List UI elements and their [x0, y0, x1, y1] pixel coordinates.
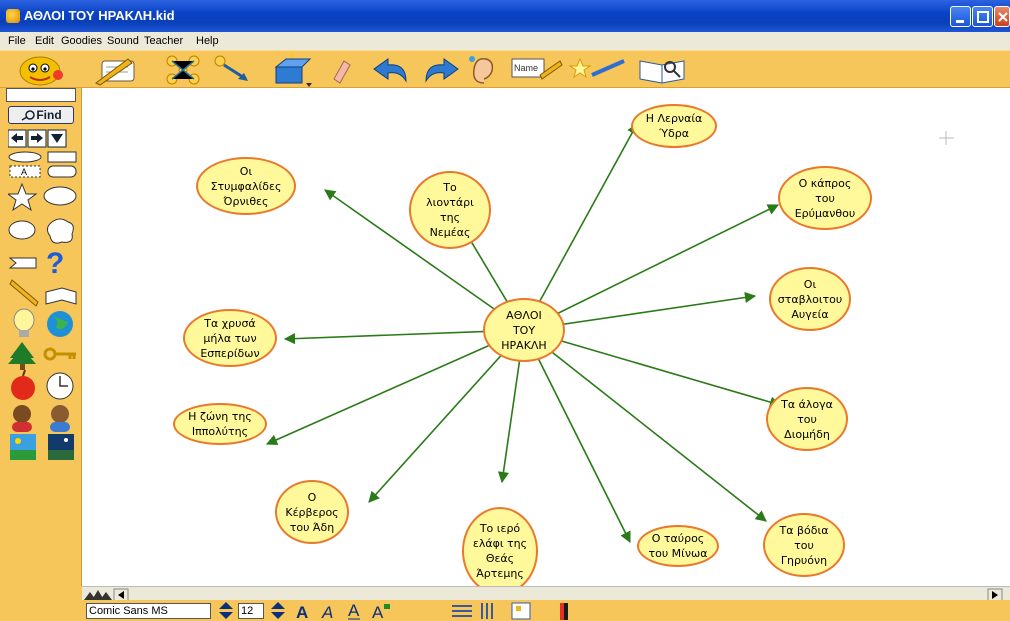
link-arrow [265, 329, 525, 446]
palette-help-shapes[interactable]: ? [8, 246, 78, 276]
magic-box-icon[interactable] [268, 53, 314, 87]
svg-text:A: A [348, 601, 360, 620]
map-node[interactable]: Ο κάπρος του Ερύμανθου [778, 166, 872, 230]
app-window: ΑΘΛΟΙ ΤΟΥ ΗΡΑΚΛΗ.kid File Edit Goodies S… [0, 0, 1010, 621]
find-label: Find [36, 108, 62, 122]
palette-tree-key[interactable] [8, 340, 78, 370]
palette-bulb-globe[interactable] [8, 308, 78, 340]
menu-bar: File Edit Goodies Sound Teacher Help [0, 32, 1010, 50]
menu-teacher[interactable]: Teacher [144, 35, 183, 47]
window-title: ΑΘΛΟΙ ΤΟΥ ΗΡΑΚΛΗ.kid [24, 8, 175, 23]
map-node[interactable]: Το ιερό ελάφι της Θεάς Άρτεμης [462, 507, 538, 595]
palette-arrows[interactable] [8, 128, 78, 150]
link-arrow [523, 329, 767, 522]
palette-basic-shapes[interactable]: A [8, 150, 78, 180]
palette-people[interactable] [8, 402, 78, 432]
map-icon[interactable] [162, 53, 206, 87]
layout-icons[interactable] [450, 601, 580, 621]
menu-sound[interactable]: Sound [107, 35, 139, 47]
menu-edit[interactable]: Edit [35, 35, 54, 47]
name-tag-icon[interactable]: Name [510, 53, 564, 87]
map-center-node[interactable]: ΑΘΛΟΙ ΤΟΥ ΗΡΑΚΛΗ [483, 298, 565, 362]
svg-text:A: A [372, 603, 384, 621]
map-node[interactable]: Η Λερναία Ύδρα [631, 104, 717, 148]
title-bar: ΑΘΛΟΙ ΤΟΥ ΗΡΑΚΛΗ.kid [0, 0, 1010, 32]
menu-goodies[interactable]: Goodies [61, 35, 102, 47]
menu-file[interactable]: File [8, 35, 26, 47]
maximize-button[interactable] [972, 6, 993, 27]
map-node[interactable]: Τα βόδια του Γηρυόνη [763, 513, 845, 577]
font-select[interactable]: Comic Sans MS [86, 603, 211, 619]
text-style-icons[interactable]: A A A A [292, 601, 402, 621]
magic-wand-icon[interactable] [568, 53, 628, 87]
magnifier-icon [21, 110, 36, 121]
find-button[interactable]: Find [8, 106, 74, 124]
book-search-icon[interactable] [636, 53, 690, 87]
map-node[interactable]: Η ζώνη της Ιππολύτης [173, 403, 267, 445]
arrow-link-icon[interactable] [212, 53, 256, 87]
map-node[interactable]: Οι σταβλοιτου Αυγεία [769, 267, 851, 331]
palette-backgrounds[interactable] [8, 432, 78, 462]
toolbar: Name [0, 50, 1010, 88]
undo-icon[interactable] [370, 53, 414, 87]
link-arrow [523, 329, 631, 544]
size-stepper-icon[interactable] [268, 601, 288, 621]
close-button[interactable] [994, 6, 1010, 27]
font-size-stepper-icon[interactable] [216, 601, 236, 621]
app-icon [6, 9, 20, 23]
horizontal-scrollbar[interactable] [82, 586, 1010, 602]
palette-search-input[interactable] [6, 88, 76, 102]
mascot-icon[interactable] [10, 53, 70, 87]
vertical-scrollbar[interactable] [1001, 88, 1010, 586]
map-canvas[interactable]: Το λιοντάρι της Νεμέας Η Λερναία Ύδρα Ο κά… [82, 88, 1010, 595]
ear-icon[interactable] [466, 53, 496, 87]
redo-icon[interactable] [418, 53, 462, 87]
shape-palette: Find A ? [0, 88, 82, 621]
palette-bottom [0, 586, 82, 621]
svg-text:A: A [321, 603, 333, 621]
link-arrow [523, 329, 782, 408]
palette-bubbles[interactable] [8, 216, 78, 248]
svg-text:A: A [296, 603, 308, 621]
map-node[interactable]: Ο ταύρος του Μίνωα [637, 525, 719, 567]
map-node[interactable]: Ο Κέρβερος του Άδη [275, 480, 349, 544]
menu-help[interactable]: Help [196, 35, 219, 47]
svg-text:?: ? [46, 247, 64, 276]
crosshair-icon [939, 131, 954, 145]
format-bar: Comic Sans MS 12 A A A A [82, 600, 1010, 621]
map-node[interactable]: Οι Στυμφαλίδες Όρνιθες [196, 157, 296, 215]
svg-text:A: A [21, 167, 27, 177]
palette-apple-clock[interactable] [8, 370, 78, 402]
note-pencil-icon[interactable] [88, 53, 144, 87]
eraser-icon[interactable] [328, 53, 352, 87]
font-size-input[interactable]: 12 [238, 603, 264, 619]
map-node[interactable]: Τα άλογα του Διομήδη [766, 387, 848, 451]
palette-pencil-book[interactable] [8, 276, 78, 308]
map-node[interactable]: Το λιοντάρι της Νεμέας [409, 171, 491, 249]
palette-star-cloud[interactable] [8, 182, 78, 216]
map-node[interactable]: Τα χρυσά μήλα των Εσπερίδων [183, 309, 277, 367]
svg-text:Name: Name [514, 63, 538, 73]
link-arrow [523, 123, 638, 331]
minimize-button[interactable] [950, 6, 971, 27]
